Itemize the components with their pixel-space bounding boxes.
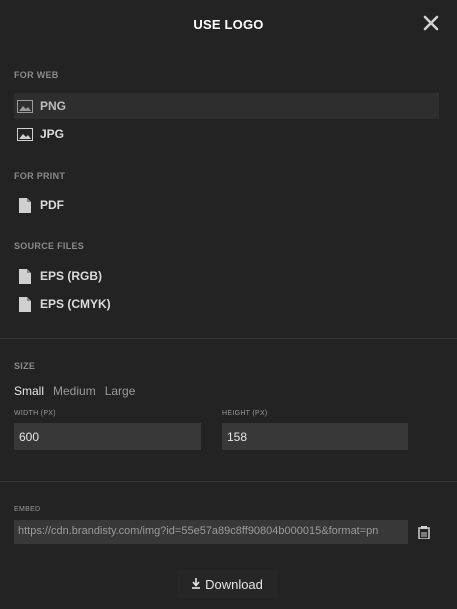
size-options: Small Medium Large [14, 384, 135, 398]
section-label-source: SOURCE FILES [14, 241, 85, 251]
divider [0, 338, 457, 339]
modal-title: USE LOGO [193, 17, 264, 32]
section-label-web: FOR WEB [14, 70, 59, 80]
size-option-large[interactable]: Large [105, 384, 136, 398]
embed-label: EMBED [14, 506, 41, 513]
use-logo-modal: USE LOGO FOR WEB PNG JPG FOR PRINT PDF S… [0, 0, 457, 609]
file-icon [17, 296, 33, 312]
width-label: WIDTH (PX) [14, 410, 56, 417]
size-option-small[interactable]: Small [14, 384, 44, 398]
width-input[interactable]: 600 [14, 423, 201, 450]
download-icon [191, 577, 201, 592]
section-label-print: FOR PRINT [14, 171, 66, 181]
embed-url-field[interactable]: https://cdn.brandisty.com/img?id=55e57a8… [14, 520, 408, 544]
format-option-eps-rgb[interactable]: EPS (RGB) [14, 263, 439, 289]
height-input[interactable]: 158 [222, 423, 408, 450]
format-option-label: PDF [40, 198, 64, 212]
file-icon [17, 268, 33, 284]
copy-icon[interactable] [410, 519, 438, 545]
size-option-medium[interactable]: Medium [53, 384, 96, 398]
download-label: Download [205, 576, 263, 592]
download-button[interactable]: Download [177, 570, 277, 598]
format-option-png[interactable]: PNG [14, 93, 439, 119]
format-option-label: EPS (CMYK) [40, 297, 111, 311]
divider [0, 481, 457, 482]
format-option-label: PNG [40, 99, 67, 113]
format-option-label: JPG [40, 127, 65, 141]
format-option-pdf[interactable]: PDF [14, 192, 439, 218]
close-icon[interactable] [422, 14, 440, 32]
height-label: HEIGHT (PX) [222, 410, 268, 417]
section-label-size: SIZE [14, 361, 36, 371]
format-option-eps-cmyk[interactable]: EPS (CMYK) [14, 291, 439, 317]
file-icon [17, 197, 33, 213]
format-option-label: EPS (RGB) [40, 269, 103, 283]
format-option-jpg[interactable]: JPG [14, 121, 439, 147]
image-icon [17, 126, 33, 142]
image-icon [17, 98, 33, 114]
